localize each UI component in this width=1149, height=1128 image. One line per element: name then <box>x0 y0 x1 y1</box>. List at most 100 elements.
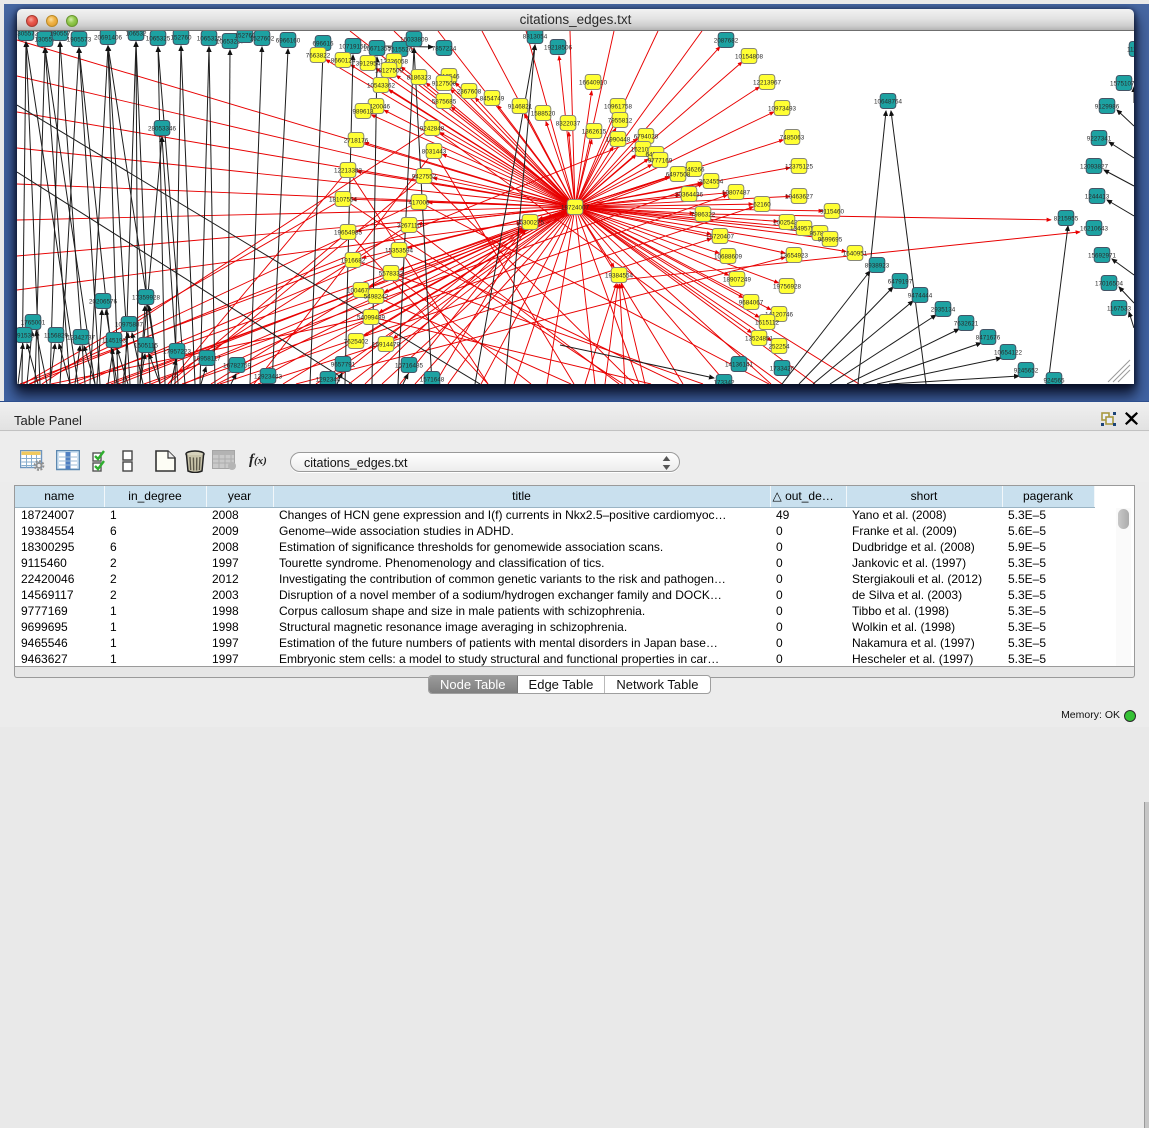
svg-text:16033809: 16033809 <box>400 36 429 43</box>
svg-text:3624554: 3624554 <box>699 178 724 185</box>
svg-text:3267110: 3267110 <box>397 222 422 229</box>
svg-text:54099489: 54099489 <box>357 314 386 321</box>
svg-text:989613: 989613 <box>352 108 374 115</box>
svg-text:16210643: 16210643 <box>1080 225 1109 232</box>
svg-text:15720407: 15720407 <box>706 233 735 240</box>
svg-text:1167533: 1167533 <box>1107 305 1132 312</box>
svg-text:1362615: 1362615 <box>582 128 607 135</box>
svg-text:9684067: 9684067 <box>739 299 764 306</box>
svg-text:6497508: 6497508 <box>666 171 691 178</box>
svg-text:17359928: 17359928 <box>132 294 161 301</box>
svg-text:1765001: 1765001 <box>21 319 46 326</box>
svg-text:8186323: 8186323 <box>407 74 432 81</box>
svg-text:19218506: 19218506 <box>544 44 573 51</box>
svg-text:1156829: 1156829 <box>44 332 69 339</box>
svg-text:13654923: 13654923 <box>780 252 809 259</box>
svg-text:9427552: 9427552 <box>412 173 437 180</box>
svg-text:9245652: 9245652 <box>1014 367 1039 374</box>
svg-text:9146821: 9146821 <box>508 103 533 110</box>
svg-text:1733426: 1733426 <box>770 365 795 372</box>
svg-text:1244413: 1244413 <box>1085 193 1110 200</box>
svg-text:62160: 62160 <box>753 201 771 208</box>
svg-text:1905573: 1905573 <box>67 36 92 43</box>
svg-text:10648764: 10648764 <box>874 98 903 105</box>
svg-text:9657791: 9657791 <box>331 361 356 368</box>
svg-text:696616: 696616 <box>312 40 334 47</box>
svg-text:9474444: 9474444 <box>908 292 933 299</box>
svg-text:5875685: 5875685 <box>432 98 457 105</box>
svg-text:2367608: 2367608 <box>457 88 482 95</box>
svg-text:12093827: 12093827 <box>1080 163 1109 170</box>
svg-text:15692971: 15692971 <box>1088 252 1117 259</box>
svg-text:9129986: 9129986 <box>1095 103 1120 110</box>
svg-text:12375125: 12375125 <box>785 163 814 170</box>
svg-text:8322037: 8322037 <box>556 120 581 127</box>
svg-text:19384554: 19384554 <box>605 272 634 279</box>
svg-text:9699695: 9699695 <box>818 236 843 243</box>
svg-text:3912954: 3912954 <box>356 60 381 67</box>
svg-text:5578332: 5578332 <box>379 270 404 277</box>
svg-text:8938923: 8938923 <box>865 262 890 269</box>
svg-text:8471676: 8471676 <box>976 334 1001 341</box>
svg-text:20364436: 20364436 <box>675 191 704 198</box>
svg-text:2935134: 2935134 <box>931 306 956 313</box>
svg-text:106532: 106532 <box>125 31 147 37</box>
svg-text:10654122: 10654122 <box>994 349 1023 356</box>
svg-text:18724007: 18724007 <box>561 204 590 211</box>
svg-text:1065325: 1065325 <box>146 35 171 42</box>
svg-text:252254: 252254 <box>768 343 790 350</box>
svg-text:5498242: 5498242 <box>364 293 389 300</box>
svg-text:1615112: 1615112 <box>755 319 780 326</box>
svg-text:10958117: 10958117 <box>193 355 221 362</box>
svg-text:1588520: 1588520 <box>531 110 556 117</box>
svg-text:12342737: 12342737 <box>67 334 96 341</box>
svg-text:28053346: 28053346 <box>148 125 177 132</box>
svg-text:8215955: 8215955 <box>1054 215 1079 222</box>
svg-text:16640910: 16640910 <box>579 79 608 86</box>
svg-text:10961758: 10961758 <box>604 103 633 110</box>
svg-text:7632621: 7632621 <box>954 320 979 327</box>
svg-text:9227341: 9227341 <box>1087 135 1112 142</box>
svg-text:8660124: 8660124 <box>331 57 356 64</box>
svg-text:17016504: 17016504 <box>1095 280 1124 287</box>
svg-text:10975887: 10975887 <box>115 321 144 328</box>
svg-text:391530: 391530 <box>17 332 35 339</box>
svg-text:15300275: 15300275 <box>516 219 545 226</box>
svg-text:10154808: 10154808 <box>735 53 764 60</box>
svg-text:6479197: 6479197 <box>888 278 913 285</box>
svg-text:10688609: 10688609 <box>714 253 743 260</box>
svg-text:173342: 173342 <box>713 379 735 384</box>
svg-text:8031443: 8031443 <box>422 148 447 155</box>
svg-text:15716485: 15716485 <box>395 362 424 369</box>
svg-text:10973493: 10973493 <box>768 105 797 112</box>
svg-text:7955812: 7955812 <box>608 117 633 124</box>
svg-text:7857224: 7857224 <box>432 45 457 52</box>
svg-text:20206576: 20206576 <box>89 298 118 305</box>
svg-text:12923443: 12923443 <box>254 373 283 380</box>
svg-text:1145193: 1145193 <box>102 337 127 344</box>
svg-text:10543362: 10543362 <box>367 82 396 89</box>
svg-text:9127508: 9127508 <box>432 80 457 87</box>
svg-text:20691406: 20691406 <box>94 34 123 41</box>
svg-text:111753: 111753 <box>1127 46 1134 53</box>
svg-text:924565: 924565 <box>1043 377 1065 384</box>
svg-text:16782759: 16782759 <box>223 362 252 369</box>
svg-text:15353594: 15353594 <box>385 247 414 254</box>
svg-text:12213967: 12213967 <box>753 79 782 86</box>
svg-text:10463627: 10463627 <box>785 193 814 200</box>
svg-text:12213383: 12213383 <box>334 167 363 174</box>
svg-text:18127509: 18127509 <box>375 67 404 74</box>
svg-text:14136141: 14136141 <box>725 361 754 368</box>
svg-text:1505115: 1505115 <box>134 342 159 349</box>
svg-text:1527602: 1527602 <box>250 35 275 42</box>
svg-text:1640951: 1640951 <box>843 250 868 257</box>
svg-text:18907249: 18907249 <box>723 276 752 283</box>
svg-text:7663822: 7663822 <box>306 52 331 59</box>
svg-text:2087682: 2087682 <box>714 37 739 44</box>
svg-text:7515526: 7515526 <box>388 46 413 53</box>
svg-text:6794028: 6794028 <box>634 133 659 140</box>
svg-text:417006: 417006 <box>408 199 430 206</box>
svg-text:10807487: 10807487 <box>722 189 751 196</box>
svg-text:152760: 152760 <box>170 34 192 41</box>
svg-text:18107554: 18107554 <box>329 196 358 203</box>
